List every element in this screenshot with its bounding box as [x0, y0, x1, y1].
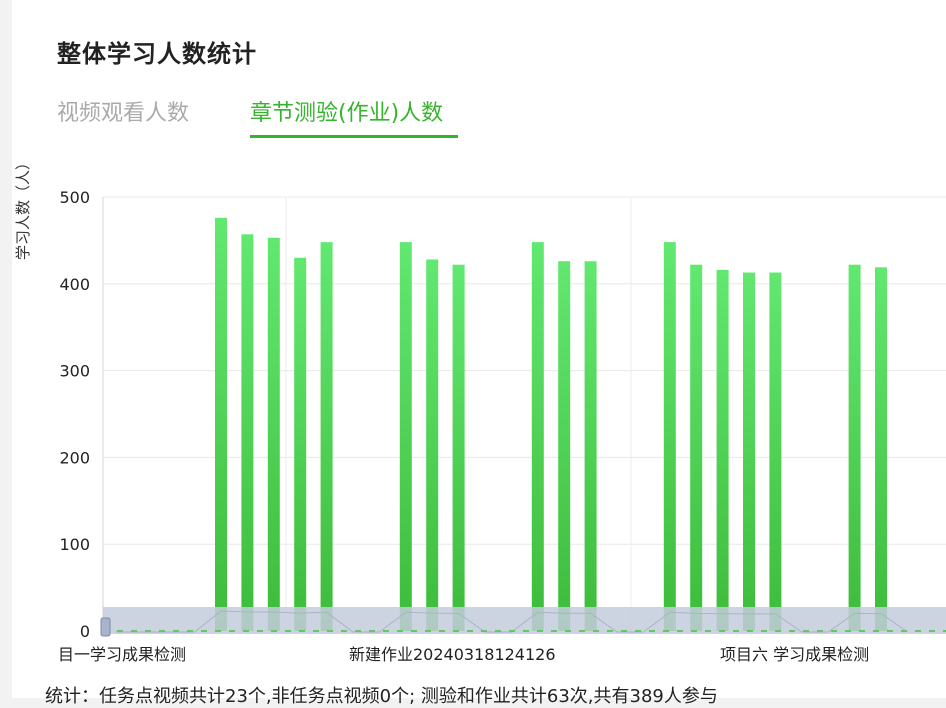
- bar: [584, 261, 597, 631]
- bar: [320, 242, 333, 632]
- summary-text: 统计：任务点视频共计23个,非任务点视频0个; 测验和作业共计63次,共有389…: [45, 686, 718, 707]
- y-tick-label: 200: [59, 448, 90, 467]
- y-tick-labels: 500 400 300 200 100 0: [59, 188, 90, 641]
- y-tick-label: 300: [59, 362, 90, 381]
- bar: [848, 264, 861, 631]
- y-tick-label: 500: [59, 188, 90, 207]
- y-axis-label: 学习人数（人）: [14, 154, 32, 260]
- x-tick-label-1: 目一学习成果检测: [58, 645, 187, 664]
- grid-lines: [102, 196, 946, 632]
- datazoom-handle: [100, 617, 111, 637]
- bar: [558, 261, 571, 631]
- bar: [531, 242, 544, 632]
- bar: [399, 242, 412, 632]
- bar: [267, 237, 280, 631]
- bars: [215, 217, 887, 632]
- bar: [716, 269, 729, 631]
- bar: [743, 272, 755, 631]
- y-tick-label: 100: [59, 535, 90, 554]
- bar: [241, 234, 254, 631]
- bar: [769, 272, 782, 631]
- bar: [663, 242, 676, 632]
- x-tick-label-2: 新建作业20240318124126: [349, 645, 556, 664]
- bar: [690, 264, 703, 631]
- y-tick-label: 0: [80, 622, 90, 641]
- datazoom-slider: [100, 607, 946, 637]
- bar: [426, 259, 439, 631]
- bar-chart: 500 400 300 200 100 0: [59, 188, 946, 641]
- bar: [452, 264, 465, 631]
- bar: [875, 267, 887, 631]
- bar: [294, 257, 307, 631]
- bar: [215, 217, 227, 631]
- x-tick-label-3: 项目六 学习成果检测: [720, 645, 870, 664]
- y-tick-label: 400: [59, 275, 90, 294]
